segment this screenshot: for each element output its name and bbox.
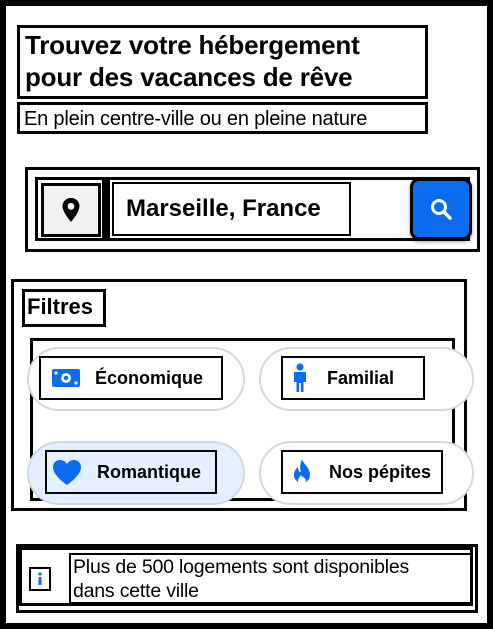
filter-label: Familial <box>327 367 395 388</box>
info-icon <box>29 567 51 591</box>
filter-chip-familial-content: Familial <box>281 356 425 400</box>
info-banner: Plus de 500 logements sont disponibles d… <box>16 544 478 613</box>
heart-icon <box>53 460 81 485</box>
search-divider <box>102 180 110 238</box>
filters-grid: Économique Familial Romantique Nos pépit… <box>27 338 474 505</box>
location-icon-cell <box>41 183 101 237</box>
filter-chip-nos-pepites[interactable]: Nos pépites <box>259 441 474 505</box>
info-message-box: Plus de 500 logements sont disponibles d… <box>69 553 472 604</box>
filter-chip-economique-content: Économique <box>39 356 223 400</box>
magnifier-icon <box>431 199 452 220</box>
search-bar-inner: Marseille, France <box>35 177 472 241</box>
filter-chip-economique[interactable]: Économique <box>27 347 245 411</box>
filter-label: Romantique <box>97 461 202 482</box>
page-subtitle: En plein centre-ville ou en pleine natur… <box>24 108 368 130</box>
map-pin-icon <box>62 198 80 222</box>
filter-chip-romantique[interactable]: Romantique <box>27 441 245 505</box>
search-bar: Marseille, France <box>25 167 480 252</box>
filter-label: Nos pépites <box>329 461 432 482</box>
page-title-line-2: pour des vacances de rêve <box>25 62 353 92</box>
flame-icon <box>294 459 310 485</box>
filter-chip-romantique-content: Romantique <box>45 450 217 494</box>
search-button[interactable] <box>410 178 472 240</box>
info-message-line-2: dans cette ville <box>73 580 199 602</box>
filter-label: Économique <box>95 367 204 388</box>
page-subtitle-box: En plein centre-ville ou en pleine natur… <box>17 102 428 134</box>
filter-chip-familial[interactable]: Familial <box>259 347 474 411</box>
banknote-icon <box>52 369 80 387</box>
info-banner-inner: Plus de 500 logements sont disponibles d… <box>19 547 473 606</box>
filter-chip-nos-pepites-content: Nos pépites <box>281 450 443 494</box>
info-message-line-1: Plus de 500 logements sont disponibles <box>73 556 410 578</box>
location-input[interactable]: Marseille, France <box>112 182 351 236</box>
filters-panel: Filtres Économique Familial Romantique N… <box>11 279 474 511</box>
page-title-line-1: Trouvez votre hébergement <box>25 30 360 60</box>
page-title: Trouvez votre hébergement pour des vacan… <box>25 29 425 93</box>
page-title-box: Trouvez votre hébergement pour des vacan… <box>17 25 428 99</box>
person-icon <box>294 363 306 392</box>
filters-heading: Filtres <box>22 289 106 327</box>
info-message: Plus de 500 logements sont disponibles d… <box>73 555 470 603</box>
